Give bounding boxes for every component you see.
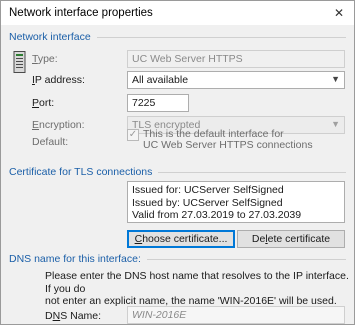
default-checkbox-text: This is the default interface for UC Web… <box>143 129 313 151</box>
port-input[interactable]: 7225 <box>127 94 189 112</box>
section-divider <box>146 258 346 260</box>
section-certificate: Certificate for TLS connections <box>9 166 346 178</box>
network-interface-dialog: Network interface properties ✕ Network i… <box>0 0 355 325</box>
default-text-line2: UC Web Server HTTPS connections <box>143 139 313 151</box>
ip-address-dropdown[interactable]: All available ▼ <box>127 71 345 89</box>
dns-name-input[interactable]: WIN-2016E <box>127 306 345 324</box>
title-bar: Network interface properties ✕ <box>1 1 354 25</box>
dns-info-text: Please enter the DNS host name that reso… <box>45 270 349 308</box>
chevron-down-icon: ▼ <box>331 74 340 84</box>
default-checkbox: ✓ <box>127 129 139 141</box>
delete-certificate-button[interactable]: De l ete certificate <box>237 230 345 248</box>
cert-issued-by: Issued by: UCServer SelfSigned <box>132 196 283 209</box>
dialog-content: Network interface Type: UC Web Server HT… <box>1 25 354 324</box>
type-field: UC Web Server HTTPS <box>127 50 345 68</box>
section-network-interface: Network interface <box>9 31 346 43</box>
cert-valid: Valid from 27.03.2019 to 27.03.2039 <box>132 209 302 221</box>
chevron-down-icon: ▼ <box>331 119 340 129</box>
type-label: Type: <box>32 53 58 65</box>
port-label: Port: <box>32 97 55 109</box>
window-title: Network interface properties <box>9 7 153 19</box>
section-header-network-interface: Network interface <box>9 31 91 43</box>
section-divider <box>158 171 346 173</box>
section-header-dns: DNS name for this interface: <box>9 253 141 265</box>
certificate-info-box: Issued for: UCServer SelfSigned Issued b… <box>127 181 345 223</box>
default-label: Default: <box>32 136 69 148</box>
server-icon <box>13 51 26 73</box>
close-icon[interactable]: ✕ <box>324 1 354 25</box>
section-divider <box>96 36 346 38</box>
section-header-certificate: Certificate for TLS connections <box>9 166 153 178</box>
encryption-label: Encryption: <box>32 119 85 131</box>
dns-info-line1: Please enter the DNS host name that reso… <box>45 270 349 295</box>
section-dns: DNS name for this interface: <box>9 253 346 265</box>
cert-issued-for: Issued for: UCServer SelfSigned <box>132 184 284 196</box>
ip-address-label: IP address: <box>32 74 85 86</box>
dns-name-label: DNS Name: <box>45 310 102 322</box>
choose-certificate-button[interactable]: Choose certificate... <box>127 230 235 248</box>
ip-address-value: All available <box>132 74 189 86</box>
